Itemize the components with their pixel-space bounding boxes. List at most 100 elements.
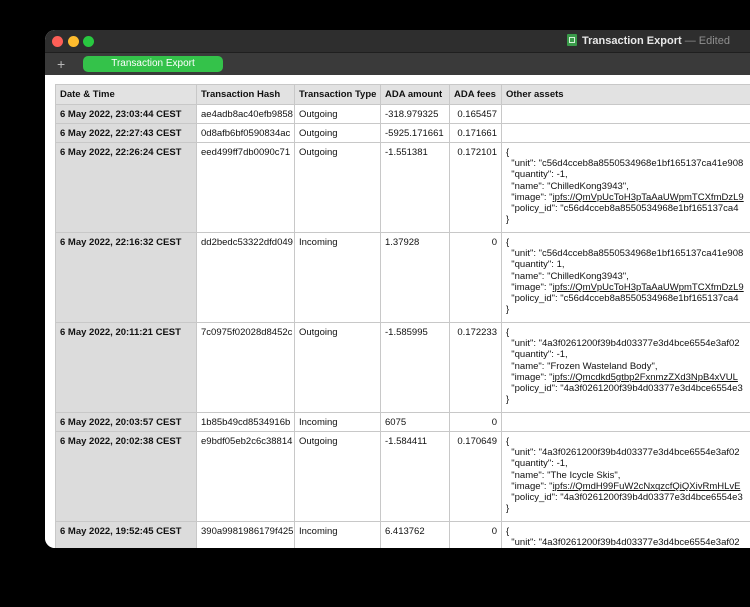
cell-other-assets[interactable]: { "unit": "c56d4cceb8a8550534968e1bf1651… <box>501 142 750 233</box>
cell-ada-fees[interactable]: 0.170649 <box>449 431 502 522</box>
cell-other-assets[interactable] <box>501 104 750 124</box>
asset-json-line: "name": "The Icycle Skis", <box>506 469 621 481</box>
minimize-window-button[interactable] <box>68 36 79 47</box>
cell-other-assets[interactable]: { "unit": "4a3f0261200f39b4d03377e3d4bce… <box>501 431 750 522</box>
cell-transaction-type[interactable]: Incoming <box>294 232 381 323</box>
cell-date[interactable]: 6 May 2022, 22:16:32 CEST <box>55 232 197 323</box>
zoom-window-button[interactable] <box>83 36 94 47</box>
sheet-tab-transaction-export[interactable]: Transaction Export <box>83 56 223 72</box>
cell-ada-amount[interactable]: -1.585995 <box>380 322 450 413</box>
asset-json-line: "name": "ChilledKong3943", <box>506 270 629 282</box>
cell-transaction-type[interactable]: Outgoing <box>294 322 381 413</box>
table-row: 6 May 2022, 22:16:32 CEST dd2bedc53322dfd… <box>55 232 750 323</box>
cell-transaction-hash[interactable]: ae4adb8ac40efb9858 <box>196 104 295 124</box>
cell-transaction-hash[interactable]: 1b85b49cd8534916b <box>196 412 295 432</box>
header-date-time[interactable]: Date & Time <box>55 84 197 105</box>
cell-transaction-type[interactable]: Outgoing <box>294 123 381 143</box>
asset-json-line: "quantity": 1, <box>506 259 565 271</box>
cell-ada-fees[interactable]: 0.172233 <box>449 322 502 413</box>
ipfs-link[interactable]: ipfs://QmVpUcToH3pTaAaUWpmTCXfmDzL9 <box>553 192 744 203</box>
cell-ada-amount[interactable]: -5925.171661 <box>380 123 450 143</box>
cell-date[interactable]: 6 May 2022, 22:26:24 CEST <box>55 142 197 233</box>
document-name: Transaction Export <box>582 35 682 47</box>
asset-json-line: "image": "ipfs://QmVpUcToH3pTaAaUWpmTCXf… <box>506 191 744 203</box>
cell-ada-amount[interactable]: -1.584411 <box>380 431 450 522</box>
title-bar: Transaction Export — Edited <box>45 30 750 52</box>
asset-json-line: { <box>506 327 510 338</box>
cell-transaction-type[interactable]: Outgoing <box>294 142 381 233</box>
app-window: Transaction Export — Edited + Transactio… <box>45 30 750 548</box>
table-row: 6 May 2022, 22:27:43 CEST 0d8afb6bf059083… <box>55 123 750 143</box>
cell-ada-amount[interactable]: -1.551381 <box>380 142 450 233</box>
table-row: 6 May 2022, 19:52:45 CEST 390a9981986179f… <box>55 521 750 548</box>
cell-ada-fees[interactable]: 0 <box>449 521 502 548</box>
cell-ada-amount[interactable]: 6.413762 <box>380 521 450 548</box>
cell-ada-fees[interactable]: 0 <box>449 232 502 323</box>
ipfs-link[interactable]: ipfs://QmdH99FuW2cNxqzcfQiQXivRmHLvE <box>553 481 741 492</box>
asset-json-line: } <box>506 304 510 316</box>
table-row: 6 May 2022, 23:03:44 CEST ae4adb8ac40efb9… <box>55 104 750 124</box>
cell-date[interactable]: 6 May 2022, 20:03:57 CEST <box>55 412 197 432</box>
asset-json-line: { <box>506 436 510 447</box>
header-ada-fees[interactable]: ADA fees <box>449 84 502 105</box>
cell-date[interactable]: 6 May 2022, 20:02:38 CEST <box>55 431 197 522</box>
ipfs-link[interactable]: ipfs://QmVpUcToH3pTaAaUWpmTCXfmDzL9 <box>553 282 744 293</box>
cell-other-assets[interactable] <box>501 123 750 143</box>
asset-json-line: "policy_id": "4a3f0261200f39b4d03377e3d4… <box>506 383 743 395</box>
header-other-assets[interactable]: Other assets <box>501 84 750 105</box>
cell-ada-fees[interactable]: 0.171661 <box>449 123 502 143</box>
cell-ada-fees[interactable]: 0 <box>449 412 502 432</box>
cell-date[interactable]: 6 May 2022, 23:03:44 CEST <box>55 104 197 124</box>
cell-transaction-hash[interactable]: eed499ff7db0090c71 <box>196 142 295 233</box>
header-ada-amount[interactable]: ADA amount <box>380 84 450 105</box>
header-transaction-type[interactable]: Transaction Type <box>294 84 381 105</box>
transactions-table[interactable]: Date & Time Transaction Hash Transaction… <box>55 84 750 548</box>
asset-json-line: "policy_id": "c56d4cceb8a8550534968e1bf1… <box>506 203 739 215</box>
close-window-button[interactable] <box>52 36 63 47</box>
cell-date[interactable]: 6 May 2022, 19:52:45 CEST <box>55 521 197 548</box>
asset-json-line: "image": "ipfs://QmVpUcToH3pTaAaUWpmTCXf… <box>506 281 744 293</box>
spreadsheet-canvas[interactable]: Date & Time Transaction Hash Transaction… <box>45 75 750 548</box>
table-row: 6 May 2022, 20:11:21 CEST 7c0975f02028d84… <box>55 322 750 413</box>
asset-json-line: "quantity": -1, <box>506 458 568 470</box>
asset-json-line: } <box>506 394 510 406</box>
asset-json-line: "unit": "c56d4cceb8a8550534968e1bf165137… <box>506 158 744 170</box>
document-title[interactable]: Transaction Export — Edited <box>567 33 730 49</box>
table-row: 6 May 2022, 20:03:57 CEST 1b85b49cd853491… <box>55 412 750 432</box>
add-sheet-button[interactable]: + <box>57 54 65 74</box>
asset-json-line: { <box>506 237 510 248</box>
cell-transaction-type[interactable]: Incoming <box>294 521 381 548</box>
table-row: 6 May 2022, 22:26:24 CEST eed499ff7db0090… <box>55 142 750 233</box>
cell-transaction-hash[interactable]: e9bdf05eb2c6c38814 <box>196 431 295 522</box>
asset-json-line: "name": "ChilledKong3943", <box>506 180 629 192</box>
cell-transaction-type[interactable]: Incoming <box>294 412 381 432</box>
cell-ada-fees[interactable]: 0.172101 <box>449 142 502 233</box>
ipfs-link[interactable]: ipfs://Qmcdkd5gtbp2FxnmzZXd3NpB4xVUL <box>553 372 738 383</box>
cell-ada-amount[interactable]: 1.37928 <box>380 232 450 323</box>
cell-ada-amount[interactable]: -318.979325 <box>380 104 450 124</box>
cell-other-assets[interactable]: { "unit": "4a3f0261200f39b4d03377e3d4bce… <box>501 521 750 548</box>
cell-other-assets[interactable] <box>501 412 750 432</box>
cell-transaction-type[interactable]: Outgoing <box>294 104 381 124</box>
asset-json-line: } <box>506 214 510 226</box>
sheet-tab-bar: + Transaction Export <box>45 52 750 75</box>
cell-transaction-hash[interactable]: dd2bedc53322dfd049 <box>196 232 295 323</box>
asset-json-line: "unit": "4a3f0261200f39b4d03377e3d4bce65… <box>506 338 740 350</box>
cell-other-assets[interactable]: { "unit": "4a3f0261200f39b4d03377e3d4bce… <box>501 322 750 413</box>
cell-transaction-hash[interactable]: 7c0975f02028d8452c <box>196 322 295 413</box>
document-edited-status: — Edited <box>684 35 730 47</box>
cell-date[interactable]: 6 May 2022, 22:27:43 CEST <box>55 123 197 143</box>
cell-date[interactable]: 6 May 2022, 20:11:21 CEST <box>55 322 197 413</box>
asset-json-line: { <box>506 147 510 158</box>
cell-transaction-hash[interactable]: 390a9981986179f425 <box>196 521 295 548</box>
cell-ada-amount[interactable]: 6075 <box>380 412 450 432</box>
cell-transaction-hash[interactable]: 0d8afb6bf0590834ac <box>196 123 295 143</box>
cell-ada-fees[interactable]: 0.165457 <box>449 104 502 124</box>
asset-json-line: { <box>506 526 510 537</box>
cell-other-assets[interactable]: { "unit": "c56d4cceb8a8550534968e1bf1651… <box>501 232 750 323</box>
asset-json-line: "unit": "c56d4cceb8a8550534968e1bf165137… <box>506 248 744 260</box>
cell-transaction-type[interactable]: Outgoing <box>294 431 381 522</box>
header-transaction-hash[interactable]: Transaction Hash <box>196 84 295 105</box>
asset-json-line: "quantity": -1, <box>506 349 568 361</box>
asset-json-line: "image": "ipfs://Qmcdkd5gtbp2FxnmzZXd3Np… <box>506 371 738 383</box>
